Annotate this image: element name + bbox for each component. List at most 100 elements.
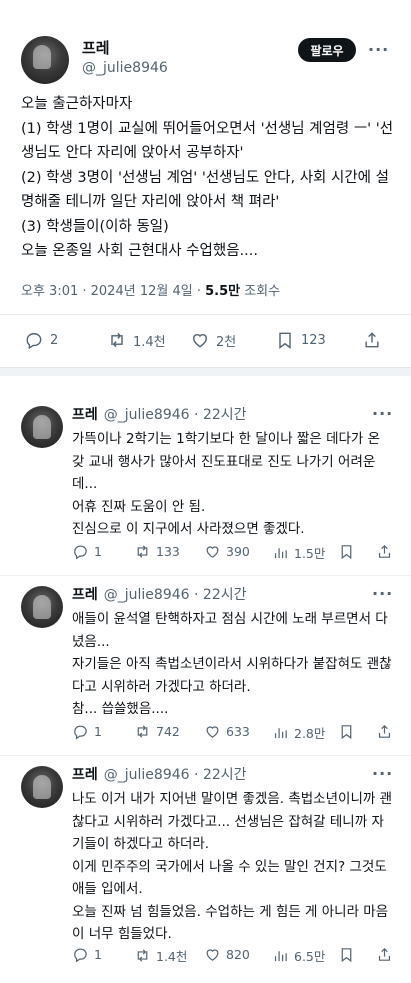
reply-button[interactable]: 2 <box>24 330 58 350</box>
avatar[interactable] <box>21 766 63 808</box>
reply-count: 1 <box>94 724 102 739</box>
follow-button[interactable]: 팔로우 <box>298 38 356 62</box>
avatar[interactable] <box>21 36 69 84</box>
reply-header: 프레 @_julie8946 · 22시간 <box>72 586 247 604</box>
reply-icon <box>74 725 87 740</box>
reply-author-name[interactable]: 프레 <box>72 587 98 603</box>
heart-icon <box>193 334 207 348</box>
share-button[interactable] <box>362 330 382 350</box>
more-options-icon[interactable]: ··· <box>372 404 393 423</box>
author-name[interactable]: 프레 <box>82 38 168 58</box>
bookmark-icon <box>341 725 352 740</box>
reply-item[interactable]: 프레 @_julie8946 · 22시간 ··· 나도 이거 내가 지어낸 말이… <box>0 764 411 976</box>
reply-icon <box>74 948 87 963</box>
share-button[interactable] <box>376 723 393 740</box>
like-count: 633 <box>226 724 250 739</box>
reply-count: 2 <box>50 332 59 348</box>
reply-author-handle[interactable]: @_julie8946 <box>104 407 190 423</box>
reply-icon <box>26 333 42 350</box>
reply-count: 1 <box>94 544 102 559</box>
divider <box>0 755 411 756</box>
bookmark-count: 123 <box>301 332 326 348</box>
repost-icon <box>137 725 148 738</box>
share-button[interactable] <box>376 543 393 560</box>
reply-button[interactable]: 1 <box>72 723 102 740</box>
bookmark-button[interactable]: 123 <box>275 330 326 350</box>
share-button[interactable] <box>376 946 393 963</box>
more-options-icon[interactable]: ··· <box>372 764 393 783</box>
like-count: 2천 <box>216 334 237 350</box>
repost-button[interactable]: 133 <box>134 543 180 560</box>
reply-header: 프레 @_julie8946 · 22시간 <box>72 406 247 424</box>
reply-header: 프레 @_julie8946 · 22시간 <box>72 766 247 784</box>
avatar[interactable] <box>21 586 63 628</box>
bookmark-icon <box>341 948 352 963</box>
post-action-bar: 2 1.4천 2천 123 <box>0 330 411 352</box>
reply-count: 1 <box>94 947 102 962</box>
reply-button[interactable]: 1 <box>72 543 102 560</box>
reply-text: 애들이 윤석열 탄핵하자고 점심 시간에 노래 부르면서 다녔음... 자기들은… <box>72 611 392 717</box>
repost-icon <box>137 545 148 558</box>
reply-time[interactable]: · 22시간 <box>190 587 247 603</box>
views-button[interactable]: 6.5만 <box>272 946 325 965</box>
reply-item[interactable]: 프레 @_julie8946 · 22시간 ··· 가뜩이나 2학기는 1학기보다… <box>0 404 411 576</box>
share-icon <box>365 332 379 348</box>
views-count: 1.5만 <box>294 546 326 561</box>
heart-icon <box>206 726 219 738</box>
chart-bars-icon <box>274 728 287 739</box>
reply-author-handle[interactable]: @_julie8946 <box>104 587 190 603</box>
reply-action-bar: 1 1.4천 820 6.5만 <box>72 946 402 966</box>
bookmark-button[interactable] <box>338 946 355 963</box>
reply-author-handle[interactable]: @_julie8946 <box>104 767 190 783</box>
views-label: 조회수 <box>240 284 281 299</box>
repost-button[interactable]: 1.4천 <box>134 946 187 965</box>
share-icon <box>378 544 391 558</box>
like-button[interactable]: 633 <box>204 723 250 740</box>
post-timestamp[interactable]: 오후 3:01 · 2024년 12월 4일 · <box>21 284 205 299</box>
reply-action-bar: 1 133 390 1.5만 <box>72 543 402 563</box>
repost-icon <box>137 949 148 962</box>
views-count: 6.5만 <box>294 949 326 964</box>
author-handle[interactable]: @_julie8946 <box>82 58 168 78</box>
divider <box>0 314 411 315</box>
repost-button[interactable]: 1.4천 <box>107 330 166 350</box>
like-count: 820 <box>226 947 250 962</box>
reply-item[interactable]: 프레 @_julie8946 · 22시간 ··· 애들이 윤석열 탄핵하자고 점… <box>0 584 411 756</box>
avatar[interactable] <box>21 406 63 448</box>
divider <box>0 575 411 576</box>
like-button[interactable]: 820 <box>204 946 250 963</box>
views-count: 5.5만 <box>205 284 241 299</box>
repost-count: 1.4천 <box>156 949 188 964</box>
section-divider <box>0 368 411 376</box>
post-meta: 오후 3:01 · 2024년 12월 4일 · 5.5만 조회수 <box>21 280 280 299</box>
share-icon <box>378 724 391 738</box>
author-block: 프레 @_julie8946 <box>82 38 168 78</box>
like-button[interactable]: 2천 <box>190 330 236 350</box>
reply-time[interactable]: · 22시간 <box>190 767 247 783</box>
repost-icon <box>111 332 123 348</box>
bookmark-icon <box>279 332 291 349</box>
bookmark-button[interactable] <box>338 723 355 740</box>
bookmark-button[interactable] <box>338 543 355 560</box>
heart-icon <box>206 546 219 558</box>
reply-action-bar: 1 742 633 2.8만 <box>72 723 402 743</box>
reply-author-name[interactable]: 프레 <box>72 767 98 783</box>
heart-icon <box>206 949 219 961</box>
share-icon <box>378 947 391 961</box>
views-button[interactable]: 1.5만 <box>272 543 325 562</box>
reply-text: 가뜩이나 2학기는 1학기보다 한 달이나 짧은 데다가 온갖 교내 행사가 많… <box>72 431 381 537</box>
views-count: 2.8만 <box>294 726 326 741</box>
reply-author-name[interactable]: 프레 <box>72 407 98 423</box>
repost-count: 1.4천 <box>133 334 166 350</box>
bookmark-icon <box>341 545 352 560</box>
views-button[interactable]: 2.8만 <box>272 723 325 742</box>
like-button[interactable]: 390 <box>204 543 250 560</box>
reply-time[interactable]: · 22시간 <box>190 407 247 423</box>
chart-bars-icon <box>274 548 287 559</box>
more-options-icon[interactable]: ··· <box>368 40 389 59</box>
more-options-icon[interactable]: ··· <box>372 584 393 603</box>
reply-button[interactable]: 1 <box>72 946 102 963</box>
post-text: 오늘 출근하자마자 (1) 학생 1명이 교실에 뛰어들어오면서 '선생님 계엄… <box>21 96 394 259</box>
repost-count: 133 <box>156 544 180 559</box>
repost-button[interactable]: 742 <box>134 723 180 740</box>
